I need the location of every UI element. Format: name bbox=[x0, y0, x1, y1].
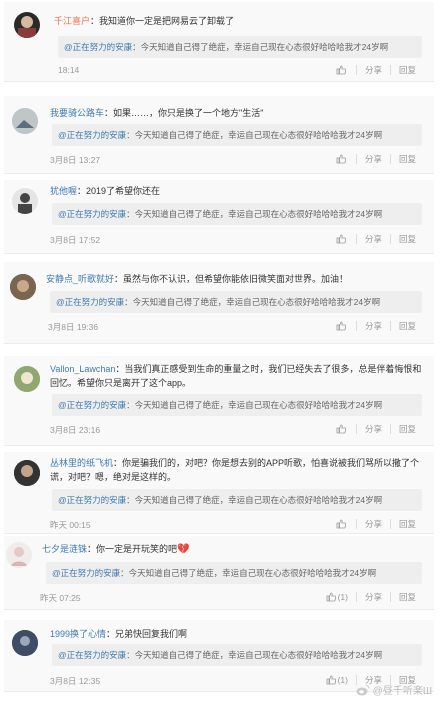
quoted-user-link[interactable]: @正在努力的安康 bbox=[64, 42, 132, 52]
comment-time: 18:14 bbox=[58, 65, 80, 75]
comment-time: 3月8日 23:16 bbox=[50, 425, 101, 435]
like-count: (1) bbox=[337, 675, 348, 685]
like-button[interactable] bbox=[328, 234, 356, 244]
quoted-user-link[interactable]: @正在努力的安康 bbox=[58, 209, 126, 219]
comment-actions: 分享 回复 bbox=[328, 424, 424, 434]
comment-user-link[interactable]: Vallon_Lawchan bbox=[50, 364, 115, 374]
comment-time: 3月8日 17:52 bbox=[50, 235, 101, 245]
share-button[interactable]: 分享 bbox=[355, 519, 390, 529]
like-button[interactable] bbox=[328, 424, 356, 434]
quoted-user-link[interactable]: @正在努力的安康 bbox=[58, 130, 126, 140]
quoted-post[interactable]: @正在努力的安康：今天知道自己得了绝症，幸运自己现在心态很好哈哈哈我才24岁啊 bbox=[46, 562, 422, 584]
broken-heart-icon: 💔 bbox=[177, 544, 190, 555]
comment-card: Vallon_Lawchan：当我们真正感受到生命的重量之时，我们已经失去了很多… bbox=[4, 356, 434, 446]
comment-user-link[interactable]: 我要骑公路车 bbox=[50, 108, 104, 118]
reply-button[interactable]: 回复 bbox=[389, 154, 424, 164]
comment-text: Vallon_Lawchan：当我们真正感受到生命的重量之时，我们已经失去了很多… bbox=[50, 364, 422, 388]
avatar[interactable] bbox=[14, 12, 40, 38]
comment-actions: 分享 回复 bbox=[328, 154, 424, 164]
comment-user-link[interactable]: 七夕是涟铢 bbox=[42, 544, 87, 554]
like-button[interactable] bbox=[328, 65, 356, 75]
comment-actions: (1) 分享 回复 bbox=[318, 592, 424, 602]
reply-button[interactable]: 回复 bbox=[389, 321, 424, 331]
quoted-user-link[interactable]: @正在努力的安康 bbox=[52, 568, 120, 578]
like-count: (1) bbox=[337, 592, 348, 602]
comment-actions: 分享 回复 bbox=[328, 65, 424, 75]
avatar[interactable] bbox=[14, 366, 40, 392]
comment-user-link[interactable]: 丛林里的纸飞机 bbox=[50, 458, 113, 468]
share-button[interactable]: 分享 bbox=[355, 424, 390, 434]
comment-card: 千江喜户：我知道你一定是把网易云了卸载了 @正在努力的安康：今天知道自己得了绝症… bbox=[4, 2, 434, 82]
share-button[interactable]: 分享 bbox=[355, 65, 390, 75]
avatar[interactable] bbox=[14, 460, 40, 486]
reply-button[interactable]: 回复 bbox=[389, 424, 424, 434]
quoted-post[interactable]: @正在努力的安康：今天知道自己得了绝症，幸运自己现在心态很好哈哈哈我才24岁啊 bbox=[58, 36, 422, 58]
reply-button[interactable]: 回复 bbox=[389, 519, 424, 529]
thumbs-up-icon bbox=[326, 592, 336, 602]
quoted-post[interactable]: @正在努力的安康：今天知道自己得了绝症，幸运自己现在心态很好哈哈哈我才24岁啊 bbox=[52, 489, 422, 511]
comment-text: 丛林里的纸飞机：你是骗我们的，对吧？你是想去别的APP听歌，怕喜说被我们骂所以撒… bbox=[50, 458, 420, 482]
quoted-user-link[interactable]: @正在努力的安康 bbox=[56, 297, 124, 307]
like-button[interactable]: (1) bbox=[318, 675, 356, 685]
avatar[interactable] bbox=[12, 188, 38, 214]
comment-text: 1999换了心情：兄弟快回复我们啊 bbox=[50, 629, 188, 639]
thumbs-up-icon bbox=[336, 65, 346, 75]
quoted-post[interactable]: @正在努力的安康：今天知道自己得了绝症，幸运自己现在心态很好哈哈哈我才24岁啊 bbox=[52, 124, 422, 146]
comment-time: 3月8日 12:35 bbox=[50, 676, 101, 686]
comment-user-link[interactable]: 1999换了心情 bbox=[50, 629, 106, 639]
weibo-logo-icon bbox=[356, 684, 370, 695]
quoted-user-link[interactable]: @正在努力的安康 bbox=[58, 650, 126, 660]
avatar[interactable] bbox=[12, 630, 38, 656]
comment-user-link[interactable]: 犹他喔 bbox=[50, 186, 77, 196]
comment-card: 犹他喔：2019了希望你还在 @正在努力的安康：今天知道自己得了绝症，幸运自己现… bbox=[4, 180, 434, 254]
comment-card: 安静点_听歌就好：虽然与你不认识，但希望你能依旧微笑面对世界。加油！ @正在努力… bbox=[4, 262, 434, 344]
quoted-user-link[interactable]: @正在努力的安康 bbox=[58, 400, 126, 410]
quoted-user-link[interactable]: @正在努力的安康 bbox=[58, 495, 126, 505]
thumbs-up-icon bbox=[326, 675, 336, 685]
watermark-text: @昼千听楽Ш bbox=[372, 686, 432, 697]
comment-text: 我要骑公路车：如果……，你只是换了一个地方"生活" bbox=[50, 108, 264, 118]
comment-card: 七夕是涟铢：你一定是开玩笑的吧💔 @正在努力的安康：今天知道自己得了绝症，幸运自… bbox=[4, 536, 434, 610]
reply-button[interactable]: 回复 bbox=[389, 234, 424, 244]
quoted-post[interactable]: @正在努力的安康：今天知道自己得了绝症，幸运自己现在心态很好哈哈哈我才24岁啊 bbox=[50, 291, 422, 313]
share-button[interactable]: 分享 bbox=[355, 592, 390, 602]
comment-time: 昨天 07:25 bbox=[40, 593, 81, 603]
comment-text: 安静点_听歌就好：虽然与你不认识，但希望你能依旧微笑面对世界。加油！ bbox=[46, 274, 349, 284]
reply-button[interactable]: 回复 bbox=[389, 592, 424, 602]
quoted-post[interactable]: @正在努力的安康：今天知道自己得了绝症，幸运自己现在心态很好哈哈哈我才24岁啊 bbox=[52, 203, 422, 225]
share-button[interactable]: 分享 bbox=[355, 321, 390, 331]
comment-actions: 分享 回复 bbox=[328, 519, 424, 529]
comment-time: 3月8日 13:27 bbox=[50, 155, 101, 165]
thumbs-up-icon bbox=[336, 321, 346, 331]
like-button[interactable]: (1) bbox=[318, 592, 356, 602]
quoted-post[interactable]: @正在努力的安康：今天知道自己得了绝症，幸运自己现在心态很好哈哈哈我才24岁啊 bbox=[52, 644, 422, 666]
avatar[interactable] bbox=[10, 274, 36, 300]
thumbs-up-icon bbox=[336, 519, 346, 529]
comment-text: 七夕是涟铢：你一定是开玩笑的吧💔 bbox=[42, 544, 190, 555]
comment-actions: 分享 回复 bbox=[328, 321, 424, 331]
like-button[interactable] bbox=[328, 321, 356, 331]
thumbs-up-icon bbox=[336, 424, 346, 434]
comment-user-link[interactable]: 千江喜户 bbox=[54, 16, 90, 26]
comment-time: 昨天 00:15 bbox=[50, 520, 91, 530]
share-button[interactable]: 分享 bbox=[355, 234, 390, 244]
weibo-watermark: @昼千听楽Ш bbox=[356, 682, 432, 697]
reply-button[interactable]: 回复 bbox=[389, 65, 424, 75]
avatar[interactable] bbox=[6, 542, 32, 568]
comment-card: 丛林里的纸飞机：你是骗我们的，对吧？你是想去别的APP听歌，怕喜说被我们骂所以撒… bbox=[4, 452, 434, 534]
thumbs-up-icon bbox=[336, 234, 346, 244]
share-button[interactable]: 分享 bbox=[355, 154, 390, 164]
like-button[interactable] bbox=[328, 519, 356, 529]
quoted-post[interactable]: @正在努力的安康：今天知道自己得了绝症，幸运自己现在心态很好哈哈哈我才24岁啊 bbox=[52, 394, 422, 416]
comment-text: 千江喜户：我知道你一定是把网易云了卸载了 bbox=[54, 16, 235, 26]
comment-actions: 分享 回复 bbox=[328, 234, 424, 244]
comment-card: 我要骑公路车：如果……，你只是换了一个地方"生活" @正在努力的安康：今天知道自… bbox=[4, 96, 434, 174]
comment-user-link[interactable]: 安静点_听歌就好 bbox=[46, 274, 114, 284]
thumbs-up-icon bbox=[336, 154, 346, 164]
avatar[interactable] bbox=[12, 108, 38, 134]
comment-time: 3月8日 19:36 bbox=[48, 322, 99, 332]
like-button[interactable] bbox=[328, 154, 356, 164]
comment-text: 犹他喔：2019了希望你还在 bbox=[50, 186, 161, 196]
